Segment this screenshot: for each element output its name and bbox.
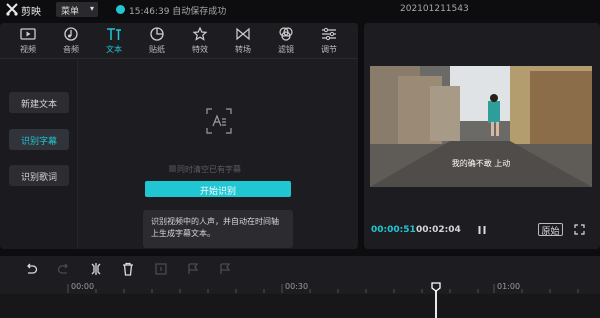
tab-filter[interactable]: 滤镜 <box>266 23 306 59</box>
speech-to-text-icon <box>206 108 232 134</box>
sidebar-item-new-text[interactable]: 新建文本 <box>9 92 69 113</box>
tab-adjust[interactable]: 调节 <box>309 23 349 59</box>
pause-icon[interactable] <box>477 225 487 235</box>
tab-audio[interactable]: 音频 <box>51 23 91 59</box>
audio-icon <box>64 27 78 41</box>
text-sidebar: 新建文本 识别字幕 识别歌词 <box>0 60 78 249</box>
tab-label: 转场 <box>235 45 251 54</box>
transition-icon <box>236 27 250 41</box>
tab-label: 特效 <box>192 45 208 54</box>
tab-label: 文本 <box>106 45 122 54</box>
title-bar: 剪映 菜单 ▾ 15:46:39 自动保存成功 202101211543 <box>0 0 600 20</box>
ruler-tick-label: 01:00 <box>497 282 521 291</box>
clear-existing-checkbox[interactable] <box>169 165 176 172</box>
menu-button[interactable]: 菜单 ▾ <box>56 2 98 17</box>
materials-panel: 视频 音频 文本 贴纸 特效 转场 滤镜 调节 新建文本 识别字幕 识别歌词 同… <box>0 23 358 249</box>
playhead-handle-icon[interactable] <box>431 282 441 292</box>
redo-icon[interactable] <box>57 262 71 276</box>
filter-icon <box>279 27 293 41</box>
effects-icon <box>192 27 208 41</box>
tab-label: 视频 <box>20 45 36 54</box>
video-subtitle: 我的确不敢 上动 <box>451 159 511 168</box>
save-status-icon <box>116 5 125 14</box>
current-time: 00:00:51 <box>371 225 416 235</box>
save-status-text: 自动保存成功 <box>172 7 227 17</box>
tab-video[interactable]: 视频 <box>8 23 48 59</box>
flag-icon[interactable] <box>218 262 232 276</box>
materials-toolbar: 视频 音频 文本 贴纸 特效 转场 滤镜 调节 <box>0 23 358 59</box>
menu-button-label: 菜单 <box>61 7 80 17</box>
freeze-frame-icon[interactable] <box>154 262 168 276</box>
timeline: 00:00 00:30 01:00 <box>0 256 600 318</box>
project-name: 202101211543 <box>400 4 469 14</box>
tab-label: 贴纸 <box>149 45 165 54</box>
recognize-panel: 同时清空已有字幕 开始识别 识别视频中的人声，并自动在时间轴上生成字幕文本。 <box>79 60 358 249</box>
video-icon <box>20 28 36 40</box>
split-icon[interactable] <box>89 262 103 276</box>
app-title: 剪映 <box>21 7 41 18</box>
mirror-icon[interactable] <box>186 262 200 276</box>
tab-text[interactable]: 文本 <box>94 23 134 59</box>
clear-existing-label: 同时清空已有字幕 <box>177 165 241 174</box>
total-duration: 00:02:04 <box>416 225 461 235</box>
tab-label: 调节 <box>321 45 337 54</box>
undo-icon[interactable] <box>24 262 38 276</box>
fullscreen-icon[interactable] <box>574 224 585 235</box>
timeline-tracks[interactable] <box>0 294 600 318</box>
chevron-down-icon: ▾ <box>89 4 94 13</box>
ruler-tick-label: 00:00 <box>71 282 95 291</box>
ruler-tick-label: 00:30 <box>285 282 309 291</box>
sidebar-item-recognize-lyrics[interactable]: 识别歌词 <box>9 165 69 186</box>
app-logo-icon <box>6 3 18 16</box>
tab-transition[interactable]: 转场 <box>223 23 263 59</box>
save-status: 15:46:39 自动保存成功 <box>129 4 226 17</box>
tab-label: 滤镜 <box>278 45 294 54</box>
preview-player: 我的确不敢 上动 00:00:51 00:02:04 原始 <box>364 23 600 249</box>
tab-effects[interactable]: 特效 <box>180 23 220 59</box>
delete-icon[interactable] <box>121 262 135 276</box>
tab-label: 音频 <box>63 45 79 54</box>
adjust-icon <box>322 27 336 41</box>
tab-sticker[interactable]: 贴纸 <box>137 23 177 59</box>
text-icon <box>107 28 121 40</box>
recognition-description: 识别视频中的人声，并自动在时间轴上生成字幕文本。 <box>143 210 293 248</box>
sidebar-item-recognize-subtitles[interactable]: 识别字幕 <box>9 129 69 150</box>
save-time: 15:46:39 <box>129 7 170 17</box>
aspect-original-button[interactable]: 原始 <box>538 223 563 237</box>
start-recognition-button[interactable]: 开始识别 <box>145 181 291 197</box>
sticker-icon <box>150 27 164 41</box>
